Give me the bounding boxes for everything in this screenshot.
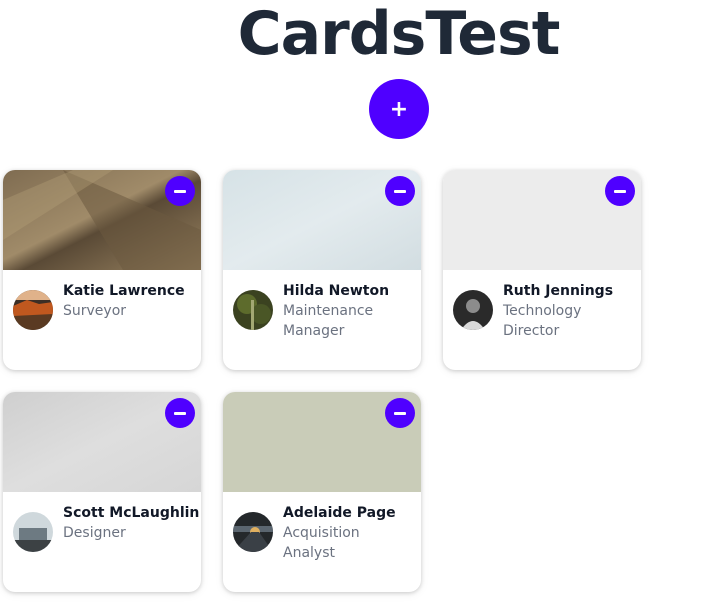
avatar <box>233 290 273 330</box>
remove-card-button[interactable] <box>605 176 635 206</box>
person-role: Surveyor <box>63 303 127 319</box>
minus-icon <box>174 411 186 415</box>
minus-icon <box>174 189 186 193</box>
card-info: Katie Lawrence Surveyor <box>63 281 193 321</box>
avatar <box>13 512 53 552</box>
person-role: Designer <box>63 525 126 541</box>
person-name: Adelaide Page <box>283 505 396 521</box>
page-title: CardsTest <box>237 0 561 69</box>
add-card-button[interactable]: + <box>369 79 429 139</box>
remove-card-button[interactable] <box>165 398 195 428</box>
remove-card-button[interactable] <box>165 176 195 206</box>
plus-icon: + <box>389 96 409 122</box>
person-card: Hilda Newton Maintenance Manager <box>223 170 421 370</box>
card-info: Ruth Jennings Technology Director <box>503 281 633 341</box>
person-role: Technology Director <box>503 303 582 339</box>
person-card: Ruth Jennings Technology Director <box>443 170 641 370</box>
person-card: Scott McLaughlin Designer <box>3 392 201 592</box>
person-card: Katie Lawrence Surveyor <box>3 170 201 370</box>
avatar <box>233 512 273 552</box>
person-name: Scott McLaughlin <box>63 505 200 521</box>
person-role: Maintenance Manager <box>283 303 374 339</box>
person-card: Adelaide Page Acquisition Analyst <box>223 392 421 592</box>
avatar <box>453 290 493 330</box>
page: CardsTest + Katie Lawrence Surveyor Hild… <box>0 0 715 613</box>
person-name: Katie Lawrence <box>63 283 185 299</box>
remove-card-button[interactable] <box>385 398 415 428</box>
card-info: Hilda Newton Maintenance Manager <box>283 281 413 341</box>
minus-icon <box>614 189 626 193</box>
person-role: Acquisition Analyst <box>283 525 360 561</box>
card-info: Scott McLaughlin Designer <box>63 503 200 543</box>
person-name: Hilda Newton <box>283 283 390 299</box>
card-info: Adelaide Page Acquisition Analyst <box>283 503 413 563</box>
avatar <box>13 290 53 330</box>
person-name: Ruth Jennings <box>503 283 614 299</box>
minus-icon <box>394 189 406 193</box>
remove-card-button[interactable] <box>385 176 415 206</box>
minus-icon <box>394 411 406 415</box>
